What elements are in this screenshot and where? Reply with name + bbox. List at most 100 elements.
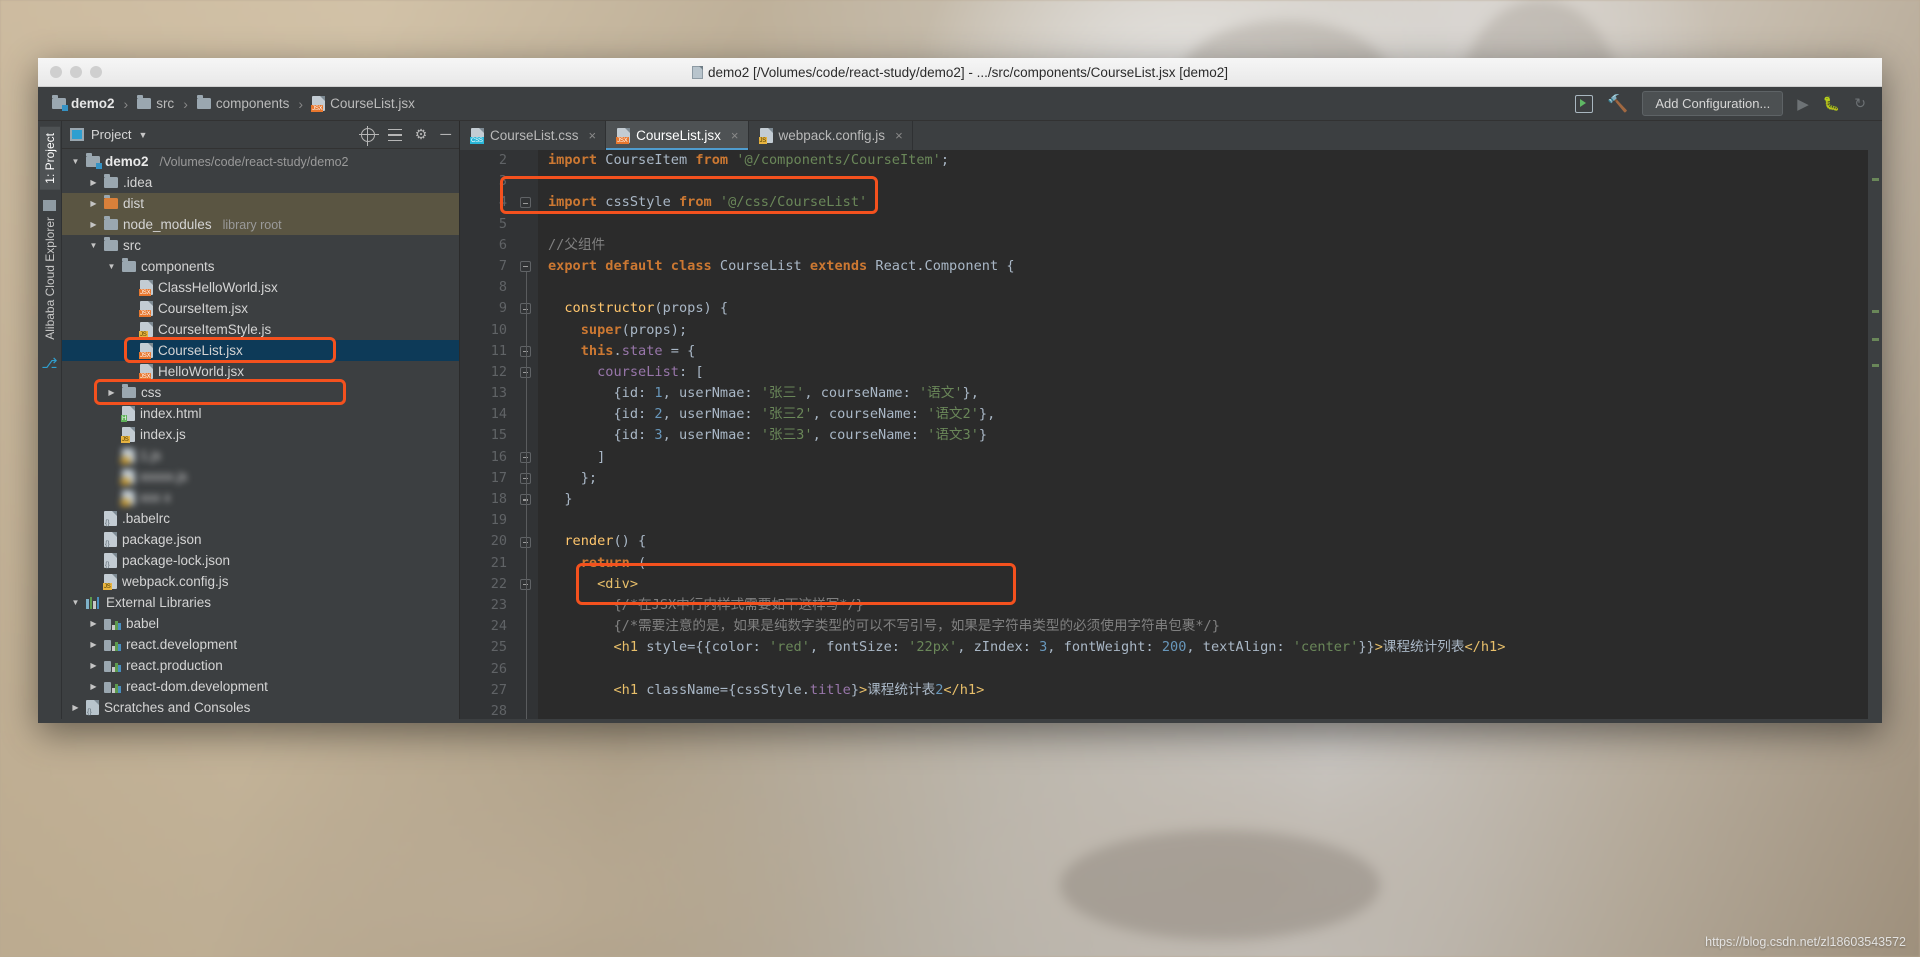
tree-row[interactable]: ▼ components	[62, 256, 459, 277]
chevron-down-icon[interactable]: ▼	[106, 262, 117, 271]
close-tab-icon[interactable]: ×	[589, 128, 597, 143]
line-number-gutter: 2 3 4 5 6 7 8 9 10 11 12 13 14 15 16 17 18 19 20 21 22 23 24 25…	[460, 150, 516, 719]
chevron-right-icon[interactable]: ▶	[88, 619, 99, 628]
chevron-down-icon[interactable]: ▼	[88, 241, 99, 250]
chevron-right-icon[interactable]: ▶	[88, 640, 99, 649]
tree-row[interactable]: ▶ CourseList.jsx	[62, 340, 459, 361]
folder-icon	[122, 258, 136, 272]
window-titlebar: demo2 [/Volumes/code/react-study/demo2] …	[38, 58, 1882, 87]
hide-icon[interactable]: ─	[440, 126, 451, 143]
tree-row[interactable]: ▶ HelloWorld.jsx	[62, 361, 459, 382]
locate-icon[interactable]	[358, 125, 379, 146]
chevron-right-icon[interactable]: ▶	[88, 178, 99, 187]
chevron-right-icon[interactable]: ▶	[88, 220, 99, 229]
scratches-icon	[86, 700, 99, 716]
library-folder-icon	[104, 639, 121, 651]
fold-toggle[interactable]	[520, 261, 531, 272]
breadcrumb-item-courselist[interactable]: CourseList.jsx	[311, 96, 415, 112]
tree-row-label: CourseItemStyle.js	[158, 322, 272, 337]
line-number: 18	[490, 491, 507, 507]
js-file-icon	[758, 128, 773, 144]
tree-row[interactable]: ▶ node_modules library root	[62, 214, 459, 235]
inspection-gutter[interactable]	[1868, 150, 1882, 719]
chevron-down-icon[interactable]: ▼	[70, 598, 81, 607]
editor-tab[interactable]: CourseList.jsx ×	[606, 121, 749, 150]
tree-row-label: index.html	[140, 406, 202, 421]
library-folder-icon	[104, 681, 121, 693]
tree-row[interactable]: ▶ .babelrc	[62, 508, 459, 529]
tree-row[interactable]: ▶ Scratches and Consoles	[62, 697, 459, 718]
tree-row[interactable]: ▶ webpack.config.js	[62, 571, 459, 592]
chevron-right-icon[interactable]: ▶	[88, 682, 99, 691]
tree-row[interactable]: ▶ CourseItem.jsx	[62, 298, 459, 319]
tree-row-label: .babelrc	[122, 511, 171, 526]
breadcrumb-item-src[interactable]: src	[137, 95, 174, 111]
tree-row[interactable]: ▶ package-lock.json	[62, 550, 459, 571]
chevron-right-icon[interactable]: ▶	[88, 199, 99, 208]
tree-row[interactable]: ▶ xxx x	[62, 487, 459, 508]
hammer-icon[interactable]: 🔨	[1607, 94, 1628, 114]
fold-toggle[interactable]	[520, 197, 531, 209]
editor-tab[interactable]: CourseList.css ×	[460, 121, 607, 150]
collapse-all-icon[interactable]	[387, 128, 402, 142]
folder-icon	[104, 174, 118, 188]
code-line: constructor(props) {	[564, 300, 729, 317]
chevron-right-icon[interactable]: ▶	[70, 703, 81, 712]
tree-row[interactable]: ▶ package.json	[62, 529, 459, 550]
terminal-icon[interactable]: ⎇	[41, 355, 57, 372]
tree-row[interactable]: ▼ demo2/Volumes/code/react-study/demo2	[62, 151, 459, 172]
tree-row[interactable]: ▼ src	[62, 235, 459, 256]
breadcrumb-item-components[interactable]: components	[196, 95, 289, 111]
tree-row[interactable]: ▶ CourseItemStyle.js	[62, 319, 459, 340]
more-icon[interactable]: ↻	[1854, 95, 1866, 112]
folder-icon	[137, 95, 152, 109]
tree-row[interactable]: ▶ ClassHelloWorld.jsx	[62, 277, 459, 298]
chevron-down-icon[interactable]: ▼	[70, 157, 81, 166]
tool-tab-project[interactable]: 1: Project	[39, 127, 60, 190]
tree-row-sublabel: library root	[222, 217, 282, 232]
tree-row[interactable]: ▶ xxxxx.js	[62, 466, 459, 487]
tree-row-label: package-lock.json	[122, 553, 231, 568]
jsx-file-icon	[139, 301, 153, 317]
project-tree[interactable]: ▼ demo2/Volumes/code/react-study/demo2 ▶ .i…	[62, 149, 459, 719]
run-icon[interactable]: ▶	[1797, 95, 1809, 113]
run-panel-icon[interactable]	[1575, 94, 1594, 113]
debug-icon[interactable]: 🐛	[1823, 95, 1840, 112]
tree-row[interactable]: ▶ react.development	[62, 634, 459, 655]
chevron-right-icon[interactable]: ▶	[106, 388, 117, 397]
tree-row[interactable]: ▶ css	[62, 382, 459, 403]
code-editor[interactable]: 2 3 4 5 6 7 8 9 10 11 12 13 14 15 16 17 18 19 20 21 22 23 24 25…	[460, 150, 1882, 719]
settings-gear-icon[interactable]: ⚙	[415, 126, 428, 143]
line-number: 8	[498, 279, 507, 296]
code-line: import cssStyle from '@/css/CourseList'	[548, 194, 868, 211]
tree-spacer: ▶	[106, 493, 117, 502]
tree-row[interactable]: ▶ .idea	[62, 172, 459, 193]
code-text[interactable]: import CourseItem from '@/components/Cou…	[538, 150, 1868, 719]
fold-region-line	[525, 590, 527, 719]
tree-row[interactable]: ▶ index.js	[62, 424, 459, 445]
breadcrumb-separator: ›	[298, 95, 304, 112]
tree-row[interactable]: ▼ External Libraries	[62, 592, 459, 613]
breadcrumb-item-demo2[interactable]: demo2	[52, 95, 115, 111]
chevron-right-icon[interactable]: ▶	[88, 661, 99, 670]
line-number: 14	[490, 406, 507, 423]
tool-tab-alibaba-cloud-explorer[interactable]: Alibaba Cloud Explorer	[40, 211, 60, 346]
tree-row[interactable]: ▶ react.production	[62, 655, 459, 676]
code-folding-gutter[interactable]	[516, 150, 538, 719]
js-file-icon	[121, 427, 135, 443]
close-tab-icon[interactable]: ×	[895, 128, 903, 143]
breadcrumb: demo2 › src › components › CourseList.js…	[38, 95, 415, 112]
tree-row[interactable]: ▶ 1.js	[62, 445, 459, 466]
line-number: 23	[490, 596, 507, 613]
structure-icon[interactable]	[43, 199, 56, 211]
tree-row[interactable]: ▶ dist	[62, 193, 459, 214]
chevron-down-icon[interactable]: ▼	[138, 130, 147, 140]
editor-tab[interactable]: webpack.config.js ×	[748, 121, 913, 150]
tree-row[interactable]: ▶ react-dom.development	[62, 676, 459, 697]
tree-row[interactable]: ▶ index.html	[62, 403, 459, 424]
close-tab-icon[interactable]: ×	[731, 128, 739, 143]
code-line: <h1 style={{color: 'red', fontSize: '22p…	[613, 639, 1506, 656]
tree-row-label: demo2	[105, 154, 149, 169]
add-configuration-button[interactable]: Add Configuration...	[1642, 91, 1784, 116]
tree-row[interactable]: ▶ babel	[62, 613, 459, 634]
